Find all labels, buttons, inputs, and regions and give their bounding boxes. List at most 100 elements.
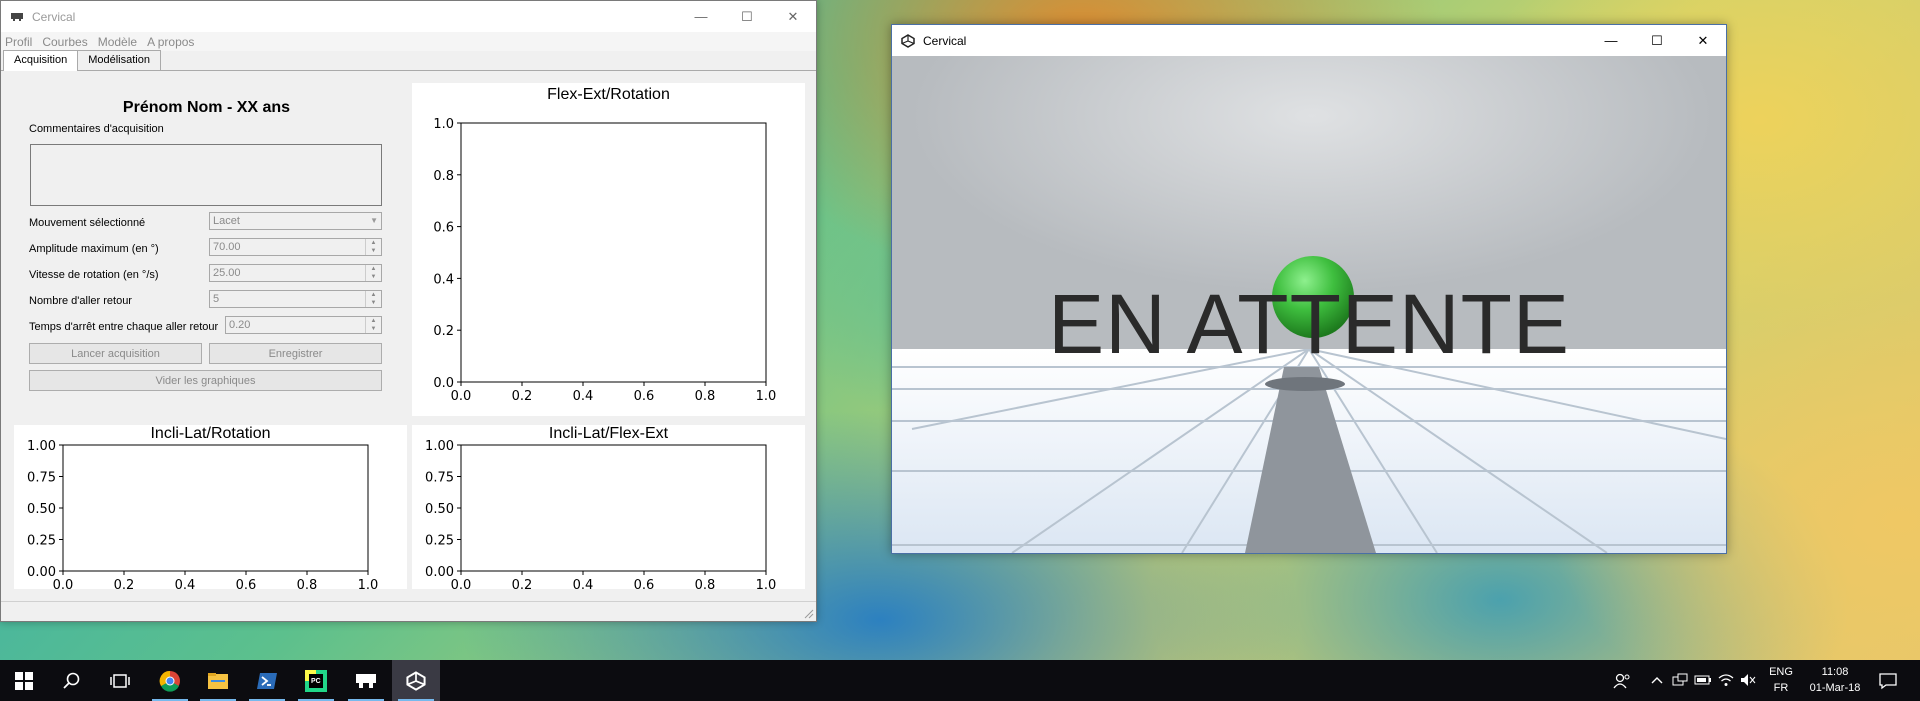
minimize-button[interactable]: — (1588, 25, 1634, 56)
x-tick-label: 0.2 (114, 578, 135, 589)
taskbar-pycharm[interactable]: PC (292, 660, 340, 701)
spinner-arrows-icon[interactable]: ▲ ▼ (365, 317, 381, 333)
3d-scene[interactable]: EN ATTENTE (892, 56, 1726, 553)
task-view-button[interactable] (96, 660, 144, 701)
svg-text:PC: PC (311, 678, 321, 685)
x-tick-label: 0.8 (695, 389, 716, 404)
menu-bar: Profil Courbes Modèle A propos (1, 32, 816, 51)
people-icon[interactable] (1613, 672, 1631, 690)
taskbar-file-explorer[interactable] (194, 660, 242, 701)
x-tick-label: 0.2 (512, 389, 533, 404)
chrome-icon (159, 670, 180, 692)
count-value: 5 (213, 293, 220, 305)
start-button[interactable] (0, 660, 48, 701)
clear-charts-button[interactable]: Vider les graphiques (29, 370, 382, 391)
title-bar[interactable]: Cervical — ☐ ✕ (892, 25, 1726, 56)
count-spinbox[interactable]: 5 ▲ ▼ (209, 290, 382, 308)
chart-plot-area: 0.0 0.2 0.4 0.6 0.8 1.00.000.250.500.751.00 (27, 439, 379, 589)
menu-courbes[interactable]: Courbes (42, 35, 87, 49)
battery-icon[interactable] (1694, 674, 1712, 686)
y-tick-label: 0.00 (27, 565, 56, 580)
minimize-button[interactable]: — (678, 1, 724, 32)
chart-flex-ext-rotation: Flex-Ext/Rotation 0.0 0.2 0.4 0.6 0.8 1.0 0.0 0… (412, 83, 805, 416)
search-button[interactable] (48, 660, 96, 701)
y-tick-label: 0.75 (27, 471, 56, 486)
speed-spinbox[interactable]: 25.00 ▲ ▼ (209, 264, 382, 282)
y-tick-label: 0.50 (425, 502, 454, 517)
title-bar[interactable]: Cervical — ☐ ✕ (1, 1, 816, 32)
count-label: Nombre d'aller retour (29, 295, 132, 307)
y-tick-label: 1.0 (433, 117, 454, 132)
movement-select[interactable]: Lacet ▼ (209, 212, 382, 230)
x-tick-label: 0.2 (512, 578, 533, 589)
resize-grip-icon[interactable] (804, 609, 814, 619)
unity-icon (406, 670, 426, 691)
taskbar-unity[interactable] (392, 660, 440, 701)
amplitude-value: 70.00 (213, 241, 241, 253)
acquisition-form: Prénom Nom - XX ans Commentaires d'acqui… (15, 84, 414, 414)
y-tick-label: 0.25 (27, 534, 56, 549)
language-indicator[interactable]: ENG FR (1766, 664, 1796, 696)
x-tick-label: 0.4 (175, 578, 196, 589)
y-tick-label: 0.25 (425, 534, 454, 549)
app-icon (356, 673, 376, 688)
notifications-icon[interactable] (1878, 672, 1898, 690)
maximize-button[interactable]: ☐ (724, 1, 770, 32)
y-tick-label: 0.2 (433, 324, 454, 339)
start-acquisition-button[interactable]: Lancer acquisition (29, 343, 202, 364)
y-tick-label: 1.00 (425, 439, 454, 454)
wifi-icon[interactable] (1718, 673, 1734, 687)
spinner-arrows-icon[interactable]: ▲ ▼ (365, 239, 381, 255)
x-tick-label: 0.6 (634, 578, 655, 589)
comment-textarea[interactable] (30, 144, 382, 206)
x-tick-label: 0.4 (573, 578, 594, 589)
x-tick-label: 0.8 (297, 578, 318, 589)
pause-spinbox[interactable]: 0.20 ▲ ▼ (225, 316, 382, 334)
x-tick-label: 0.0 (451, 389, 472, 404)
menu-profil[interactable]: Profil (5, 35, 32, 49)
close-button[interactable]: ✕ (1680, 25, 1726, 56)
movement-label: Mouvement sélectionné (29, 217, 146, 229)
chevron-up-icon[interactable] (1650, 674, 1664, 686)
spinner-arrows-icon[interactable]: ▲ ▼ (365, 291, 381, 307)
patient-name: Prénom Nom - XX ans (122, 99, 291, 116)
y-tick-label: 0.4 (433, 272, 454, 287)
runway-track (1245, 367, 1376, 553)
spinner-arrows-icon[interactable]: ▲ ▼ (365, 265, 381, 281)
network-device-icon[interactable] (1672, 673, 1688, 687)
unity-icon (901, 33, 915, 48)
taskbar-cervical-app[interactable] (342, 660, 390, 701)
x-tick-label: 0.8 (695, 578, 716, 589)
floor-grid (892, 349, 1726, 553)
chart-incli-lat-flex-ext: Incli-Lat/Flex-Ext 0.0 0.2 0.4 0.6 0.8 1.0 0.0… (412, 425, 805, 589)
maximize-button[interactable]: ☐ (1634, 25, 1680, 56)
speed-value: 25.00 (213, 267, 241, 279)
pause-label: Temps d'arrêt entre chaque aller retour (29, 321, 219, 333)
close-button[interactable]: ✕ (770, 1, 816, 32)
clock[interactable]: 11:08 01-Mar-18 (1800, 664, 1870, 696)
x-tick-label: 0.6 (634, 389, 655, 404)
save-button[interactable]: Enregistrer (209, 343, 382, 364)
plot-frame (460, 122, 767, 383)
start-icon (15, 671, 33, 690)
amplitude-spinbox[interactable]: 70.00 ▲ ▼ (209, 238, 382, 256)
main-app-window: Cervical — ☐ ✕ Profil Courbes Modèle A p… (0, 0, 817, 622)
taskbar-chrome[interactable] (146, 660, 194, 701)
tab-bar: Acquisition Modélisation (1, 50, 816, 71)
y-tick-label: 0.6 (433, 221, 454, 236)
taskbar-powershell[interactable] (243, 660, 291, 701)
chevron-down-icon: ▼ (370, 216, 378, 225)
powershell-icon (257, 672, 277, 689)
tab-acquisition[interactable]: Acquisition (3, 50, 79, 71)
file-explorer-icon (208, 672, 228, 689)
menu-a-propos[interactable]: A propos (147, 35, 194, 49)
tab-modelisation[interactable]: Modélisation (77, 50, 161, 70)
volume-muted-icon[interactable] (1740, 673, 1756, 687)
movement-value: Lacet (213, 215, 240, 227)
x-tick-label: 1.0 (358, 578, 379, 589)
task-view-icon (110, 673, 130, 688)
menu-modele[interactable]: Modèle (98, 35, 137, 49)
status-overlay-text: EN ATTENTE (1048, 277, 1570, 371)
chart-incli-lat-rotation: Incli-Lat/Rotation 0.0 0.2 0.4 0.6 0.8 1.0 0.0… (14, 425, 407, 589)
x-tick-label: 0.6 (236, 578, 257, 589)
